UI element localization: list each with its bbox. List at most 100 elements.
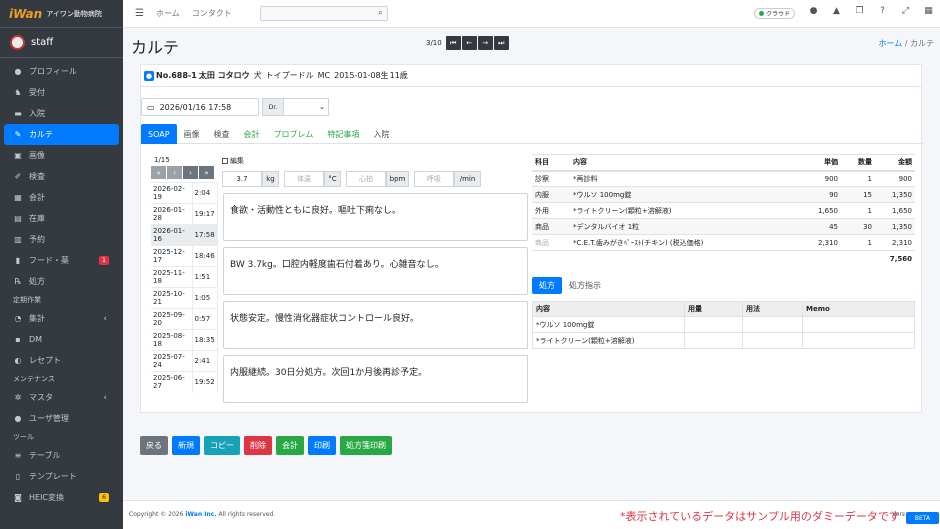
sidebar-item-master[interactable]: ✲ マスタ ‹	[4, 387, 119, 408]
fee-category: 内服	[532, 186, 570, 203]
table-row[interactable]: 外用 *ライトクリーン(顆粒+溶解液) 1,650 1 1,650	[532, 202, 915, 219]
first-page-button[interactable]: «	[151, 166, 166, 179]
beta-badge[interactable]: BETA	[906, 512, 939, 524]
sidebar-item-dm[interactable]: ▪ DM	[4, 329, 119, 350]
fee-amount: 2,310	[875, 234, 915, 251]
nav-section-header: 定期作業	[13, 296, 41, 304]
table-row[interactable]: 内服 *ウルソ 100mg錠 90 15 1,350	[532, 186, 915, 203]
last-page-button[interactable]: »	[199, 166, 214, 179]
search-icon[interactable]: ⌕	[378, 8, 382, 18]
tab-prescription-instructions[interactable]: 処方指示	[562, 277, 608, 294]
tab-soap[interactable]: SOAP	[141, 124, 177, 144]
print-prescription-button[interactable]: 処方箋印刷	[340, 436, 392, 455]
patient-name[interactable]: 太田 コタロウ	[199, 70, 250, 81]
sidebar-item-inventory[interactable]: ▤ 在庫	[4, 208, 119, 229]
prev-page-button[interactable]: ←	[461, 36, 477, 50]
next-page-button[interactable]: ›	[183, 166, 198, 179]
history-row[interactable]: 2025-10-21 1:05	[151, 287, 218, 309]
sidebar-item-receipt[interactable]: ◐ レセプト	[4, 350, 119, 371]
brand-logo[interactable]: iWan アイワン動物病院	[0, 0, 123, 28]
breadcrumb-home[interactable]: ホーム	[878, 39, 902, 48]
tab-tests[interactable]: 検査	[207, 124, 237, 144]
sidebar-item-tests[interactable]: ✐ 検査	[4, 166, 119, 187]
sidebar-item-heic[interactable]: ◙ HEIC変換 6	[4, 487, 119, 508]
sidebar-item-reception[interactable]: ♞ 受付	[4, 82, 119, 103]
table-row[interactable]: *ウルソ 100mg錠	[532, 316, 915, 333]
billing-button[interactable]: 会計	[276, 436, 304, 455]
sidebar-item-billing[interactable]: ▦ 会計	[4, 187, 119, 208]
fee-amount: 900	[875, 170, 915, 187]
history-row[interactable]: 2026-02-19 2:04	[151, 182, 218, 204]
history-row[interactable]: 2025-08-18 18:35	[151, 329, 218, 351]
sidebar-item-reservation[interactable]: ▥ 予約	[4, 229, 119, 250]
fullscreen-icon[interactable]: ⤢	[894, 6, 917, 16]
next-page-button[interactable]: →	[477, 36, 493, 50]
history-row[interactable]: 2025-09-20 0:57	[151, 308, 218, 330]
table-row[interactable]: 商品 *C.E.T.歯みがきﾍﾟｰｽﾄ(チキン) (税込価格) 2,310 1 2,31…	[532, 234, 915, 251]
sidebar-item-hospitalization[interactable]: ▬ 入院	[4, 103, 119, 124]
chat-icon[interactable]: ●	[802, 6, 825, 16]
bell-icon[interactable]: ▲	[825, 6, 848, 16]
help-icon[interactable]: ?	[871, 6, 894, 16]
weight-input[interactable]: 3.7	[222, 171, 262, 187]
tab-prescription[interactable]: 処方	[532, 277, 562, 294]
calendar-icon: ▥	[14, 235, 22, 244]
heart-rate-input[interactable]: 心拍	[346, 171, 386, 187]
history-row[interactable]: 2025-07-24 2:41	[151, 350, 218, 372]
resp-rate-input[interactable]: 呼吸	[414, 171, 454, 187]
table-row[interactable]: 商品 *デンタルバイオ 1粒 45 30 1,350	[532, 218, 915, 235]
sidebar-item-stats[interactable]: ◔ 集計 ‹	[4, 308, 119, 329]
last-page-button[interactable]: ⏭	[493, 36, 509, 50]
sidebar-item-template[interactable]: ▯ テンプレート	[4, 466, 119, 487]
history-row-selected[interactable]: 2026-01-16 17:58	[151, 224, 218, 246]
table-row[interactable]: 診察 *再診料 900 1 900	[532, 170, 915, 187]
contact-link[interactable]: コンタクト	[192, 8, 232, 19]
prev-page-button[interactable]: ‹	[167, 166, 182, 179]
back-button[interactable]: 戻る	[140, 436, 168, 455]
home-link[interactable]: ホーム	[156, 8, 180, 19]
doctor-select[interactable]: ⌄	[283, 98, 329, 116]
new-button[interactable]: 新規	[172, 436, 200, 455]
tab-images[interactable]: 画像	[177, 124, 207, 144]
sidebar-item-table[interactable]: ≡ テーブル	[4, 445, 119, 466]
history-row[interactable]: 2025-06-27 19:52	[151, 371, 218, 393]
copy-icon[interactable]: ❐	[848, 6, 871, 16]
visit-datetime-input[interactable]: ▭ 2026/01/16 17:58	[141, 98, 259, 116]
count-badge: 1	[99, 256, 109, 265]
history-row[interactable]: 2025-11-18 1:51	[151, 266, 218, 288]
tab-special-notes[interactable]: 特記事項	[320, 124, 366, 144]
checkbox[interactable]	[222, 158, 228, 164]
first-page-button[interactable]: ⏮	[445, 36, 461, 50]
soap-plan[interactable]: 内服継続。30日分処方。次回1か月後再診予定。	[223, 355, 528, 403]
sidebar-item-label: テーブル	[29, 451, 61, 460]
copyright-brand[interactable]: iWan Inc.	[185, 511, 216, 518]
tab-problems[interactable]: プロブレム	[267, 124, 321, 144]
soap-assessment[interactable]: 状態安定。慢性消化器症状コントロール良好。	[223, 301, 528, 349]
image-icon: ▣	[14, 151, 22, 160]
sidebar-item-chart[interactable]: ✎ カルテ	[4, 124, 119, 145]
sidebar-item-food-medicine[interactable]: ▮ フード・薬 1	[4, 250, 119, 271]
sidebar-item-users[interactable]: ● ユーザ管理	[4, 408, 119, 429]
history-row[interactable]: 2025-12-17 18:46	[151, 245, 218, 267]
tab-hospitalization[interactable]: 入院	[366, 124, 396, 144]
table-row[interactable]: *ライトクリーン(顆粒+溶解液)	[532, 332, 915, 349]
sidebar-item-profile[interactable]: ● プロフィール	[4, 61, 119, 82]
delete-button[interactable]: 削除	[244, 436, 272, 455]
print-button[interactable]: 印刷	[308, 436, 336, 455]
logo-mark: iWan	[9, 6, 43, 21]
copy-button[interactable]: コピー	[204, 436, 240, 455]
grid-icon[interactable]: ▦	[917, 6, 940, 16]
fee-price: 1,650	[801, 202, 841, 219]
edit-checkbox[interactable]: 編集	[222, 156, 244, 166]
soap-objective[interactable]: BW 3.7kg。口腔内軽度歯石付着あり。心雑音なし。	[223, 247, 528, 295]
sidebar-item-images[interactable]: ▣ 画像	[4, 145, 119, 166]
user-panel[interactable]: staff	[0, 28, 123, 58]
patient-icon: ●	[144, 70, 154, 81]
hamburger-icon[interactable]: ☰	[135, 8, 144, 19]
temp-input[interactable]: 体温	[284, 171, 324, 187]
sidebar-item-prescription[interactable]: ℞ 処方	[4, 271, 119, 292]
search-input[interactable]: ⌕	[259, 6, 388, 21]
history-row[interactable]: 2026-01-28 19:17	[151, 203, 218, 225]
soap-subjective[interactable]: 食欲・活動性ともに良好。嘔吐下痢なし。	[223, 193, 528, 241]
tab-billing[interactable]: 会計	[237, 124, 267, 144]
